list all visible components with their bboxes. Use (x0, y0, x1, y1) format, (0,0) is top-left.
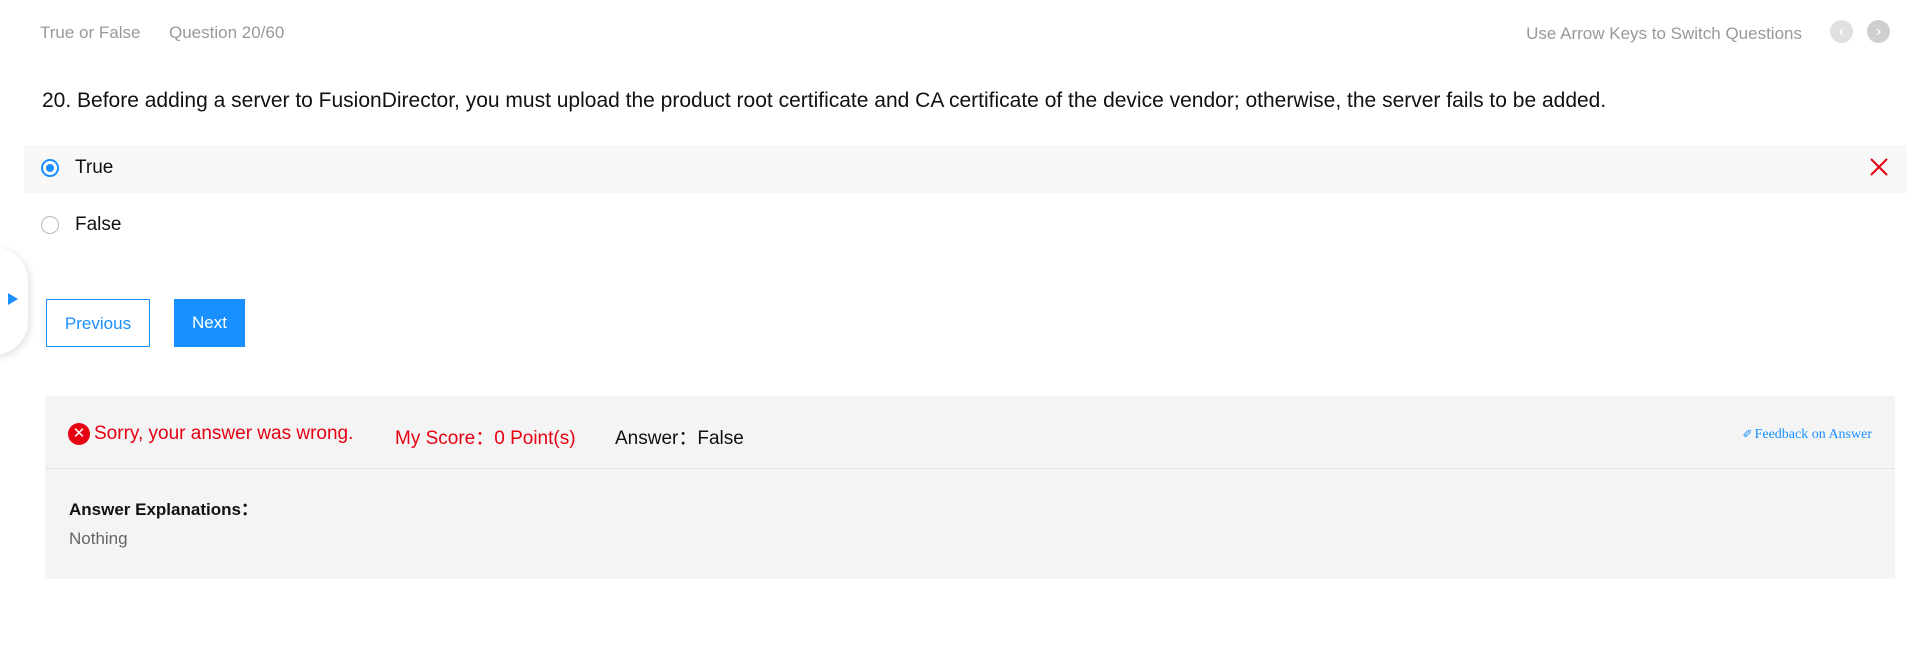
next-button[interactable]: Next (174, 299, 245, 347)
side-panel-toggle[interactable] (0, 247, 28, 355)
play-triangle-icon (8, 293, 18, 305)
explanation-title: Answer Explanations： (69, 500, 258, 519)
result-message: Sorry, your answer was wrong. (94, 423, 354, 444)
previous-button[interactable]: Previous (46, 299, 150, 347)
question-text: 20. Before adding a server to FusionDire… (42, 89, 1607, 112)
chevron-right-icon: › (1875, 23, 1882, 40)
question-type-label: True or False (40, 23, 141, 42)
result-header: ✕ Sorry, your answer was wrong. My Score… (45, 396, 1895, 469)
next-question-button[interactable]: › (1867, 20, 1890, 43)
feedback-link-label: Feedback on Answer (1754, 427, 1872, 442)
option-false[interactable]: False (24, 202, 1907, 250)
feedback-link[interactable]: ✐ Feedback on Answer (1743, 427, 1872, 443)
correct-answer-label: Answer：False (615, 428, 744, 449)
option-true[interactable]: True (24, 145, 1907, 193)
close-circle-icon: ✕ (68, 423, 90, 445)
explanation-body: Nothing (69, 529, 128, 548)
previous-question-button[interactable]: ‹ (1830, 20, 1853, 43)
radio-button[interactable] (41, 216, 59, 234)
chevron-left-icon: ‹ (1838, 23, 1845, 40)
option-label: False (75, 214, 122, 235)
option-label: True (75, 157, 114, 178)
radio-button-checked[interactable] (41, 159, 59, 177)
result-panel: ✕ Sorry, your answer was wrong. My Score… (45, 396, 1895, 579)
score-label: My Score：0 Point(s) (395, 428, 576, 449)
keyboard-hint: Use Arrow Keys to Switch Questions (1526, 24, 1802, 43)
question-counter: Question 20/60 (169, 23, 285, 42)
edit-pen-icon: ✐ (1742, 427, 1753, 441)
quiz-page: True or False Question 20/60 Use Arrow K… (0, 0, 1919, 655)
top-bar: True or False Question 20/60 Use Arrow K… (0, 0, 1919, 64)
close-icon (1870, 158, 1888, 176)
